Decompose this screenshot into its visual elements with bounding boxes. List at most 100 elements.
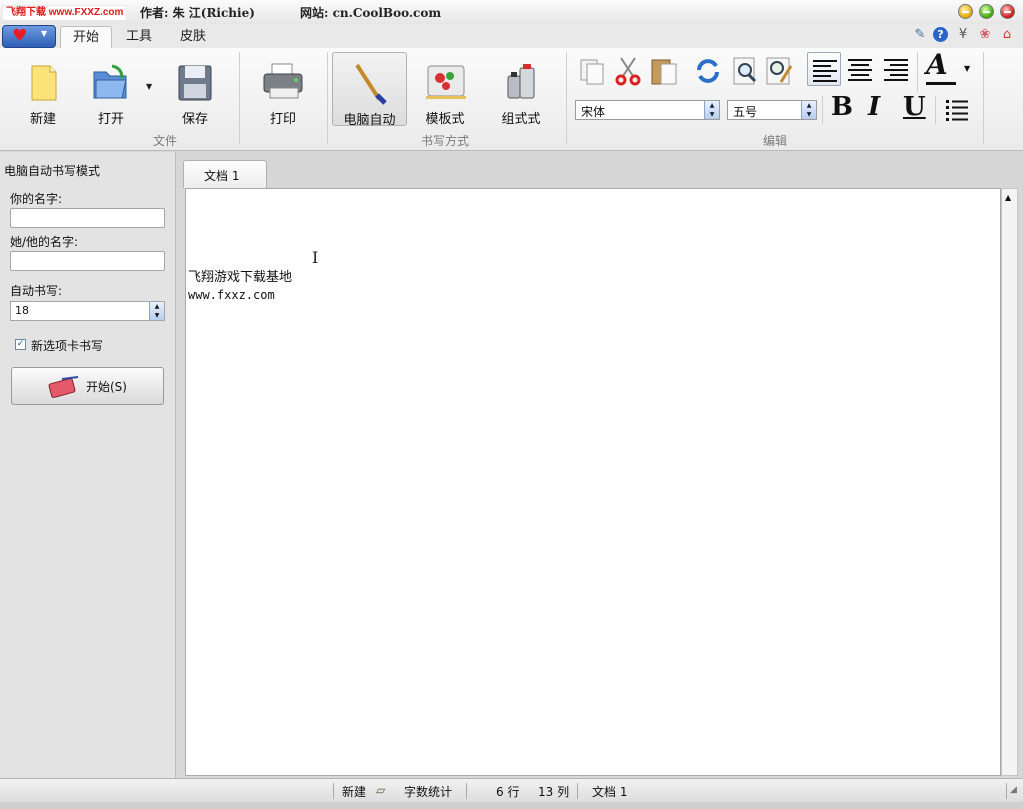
minimize-button[interactable] <box>958 4 973 19</box>
maximize-button[interactable] <box>979 4 994 19</box>
template-icon <box>426 65 466 99</box>
gift-icon[interactable]: ❀ <box>977 27 993 43</box>
align-center-icon <box>848 59 872 81</box>
spin-arrows-icon[interactable]: ▲ ▼ <box>149 302 164 320</box>
list-button[interactable] <box>944 96 972 124</box>
bottles-icon <box>507 64 535 99</box>
group-divider <box>822 96 823 124</box>
window-bottom-edge <box>0 802 1023 809</box>
home-icon[interactable]: ⌂ <box>999 27 1015 43</box>
title-bar: 飞翔下载 www.FXXZ.com 作者: 朱 江(Richie) 网站: cn… <box>0 0 1023 24</box>
font-color-button[interactable]: A ▼ <box>924 48 971 85</box>
align-center-button[interactable] <box>843 52 877 86</box>
status-bar: 新建 ▱ 字数统计 6 行 13 列 文档 1 ◢ <box>0 778 1023 803</box>
refresh-button[interactable] <box>693 56 723 86</box>
text-cursor-icon: I <box>312 248 319 267</box>
side-panel: 电脑自动书写模式 你的名字: 她/他的名字: 自动书写: 18 ▲ ▼ ✓ 新选项… <box>0 152 176 778</box>
vertical-scrollbar[interactable]: ▲ <box>1001 188 1018 776</box>
spin-arrows-icon: ▲ ▼ <box>704 101 719 119</box>
underline-button[interactable]: U <box>903 92 926 122</box>
brush-pen-icon <box>355 63 387 105</box>
align-right-icon <box>884 59 908 81</box>
mode-group-label: 书写方式 <box>420 134 469 148</box>
scroll-up-icon[interactable]: ▲ <box>1005 193 1011 202</box>
floppy-disk-icon <box>178 65 212 101</box>
auto-write-stepper[interactable]: 18 ▲ ▼ <box>10 301 165 321</box>
group-divider <box>327 52 328 144</box>
status-divider <box>577 783 578 799</box>
open-button[interactable]: 打开 <box>76 52 146 127</box>
tab-document-1[interactable]: 文档 1 <box>183 160 267 188</box>
cut-button[interactable] <box>613 56 643 86</box>
website-text: 网站: cn.CoolBoo.com <box>300 6 442 20</box>
open-folder-icon <box>93 64 127 99</box>
pen-tablet-icon <box>48 376 79 398</box>
ribbon-tab-row: ♥ ▼ 开始 工具 皮肤 ✎ ? ¥ ❀ ⌂ <box>0 24 1023 49</box>
bold-button[interactable]: B <box>831 92 853 122</box>
group-divider <box>983 52 984 144</box>
status-word-count[interactable]: 字数统计 <box>404 783 452 800</box>
status-divider <box>466 783 467 799</box>
new-button[interactable]: 新建 <box>8 52 78 127</box>
copy-icon <box>580 59 604 85</box>
auto-mode-button[interactable]: 电脑自动 <box>332 52 407 128</box>
ribbon: 新建 打开 ▼ 保存 文件 打印 电脑自动 模板式 组式式 书写方式 A ▼ 宋… <box>0 48 1023 151</box>
tab-skin[interactable]: 皮肤 <box>168 26 218 48</box>
font-name-select[interactable]: 宋体 ▲ ▼ <box>575 100 720 120</box>
compose-mode-button[interactable]: 组式式 <box>486 52 556 127</box>
file-group-label: 文件 <box>152 134 177 148</box>
app-menu-button[interactable]: ♥ ▼ <box>2 25 56 48</box>
status-doc: 文档 1 <box>592 785 628 799</box>
status-divider <box>333 783 334 799</box>
font-color-bar <box>926 82 956 85</box>
align-left-icon <box>813 60 837 82</box>
find-button[interactable] <box>730 56 760 86</box>
chevron-down-icon: ▼ <box>41 29 48 38</box>
align-right-button[interactable] <box>879 52 913 86</box>
currency-icon[interactable]: ¥ <box>955 27 971 43</box>
paste-button[interactable] <box>649 56 679 86</box>
document-tab-strip: 文档 1 <box>176 152 1023 188</box>
group-divider <box>566 52 567 144</box>
word-count-icon: ▱ <box>376 783 386 797</box>
font-color-icon: A <box>926 48 948 81</box>
print-button[interactable]: 打印 <box>248 52 318 127</box>
your-name-input[interactable] <box>10 208 165 228</box>
new-tab-label: 新选项卡书写 <box>31 339 104 353</box>
copy-button[interactable] <box>577 56 607 86</box>
document-line: 飞翔游戏下载基地 <box>188 270 293 285</box>
align-left-button[interactable] <box>807 52 841 86</box>
heart-icon: ♥ <box>12 26 28 46</box>
chevron-down-icon: ▼ <box>964 64 971 73</box>
author-text: 作者: 朱 江(Richie) <box>140 6 255 20</box>
group-divider <box>917 52 918 92</box>
scissors-icon <box>615 57 641 86</box>
start-button[interactable]: 开始(S) <box>11 367 164 405</box>
save-button[interactable]: 保存 <box>160 52 230 127</box>
edit-group-label: 编辑 <box>762 134 787 148</box>
other-name-input[interactable] <box>10 251 165 271</box>
template-mode-button[interactable]: 模板式 <box>410 52 480 127</box>
other-name-label: 她/他的名字: <box>10 235 79 249</box>
resize-grip-icon[interactable]: ◢ <box>1010 785 1017 795</box>
paste-icon <box>651 59 677 85</box>
open-dropdown-icon[interactable]: ▼ <box>146 82 152 91</box>
group-divider <box>935 96 936 124</box>
document-editor[interactable]: 飞翔游戏下载基地 www.fxxz.com I <box>185 188 1001 776</box>
replace-button[interactable] <box>765 56 795 86</box>
help-icon[interactable]: ? <box>933 27 948 42</box>
font-size-select[interactable]: 五号 ▲ ▼ <box>727 100 817 120</box>
status-divider <box>1006 783 1007 799</box>
tab-start[interactable]: 开始 <box>60 26 113 49</box>
tab-tools[interactable]: 工具 <box>114 26 164 48</box>
new-tab-checkbox[interactable]: ✓ <box>15 339 26 350</box>
edit-icon <box>766 57 793 85</box>
brush-icon[interactable]: ✎ <box>912 27 928 43</box>
group-divider <box>239 52 240 144</box>
printer-icon <box>263 63 303 99</box>
spin-arrows-icon: ▲ ▼ <box>801 101 816 119</box>
italic-button[interactable]: I <box>868 92 880 122</box>
close-button[interactable] <box>1000 4 1015 19</box>
status-new[interactable]: 新建 <box>342 783 366 800</box>
bullet-list-icon <box>946 100 968 121</box>
